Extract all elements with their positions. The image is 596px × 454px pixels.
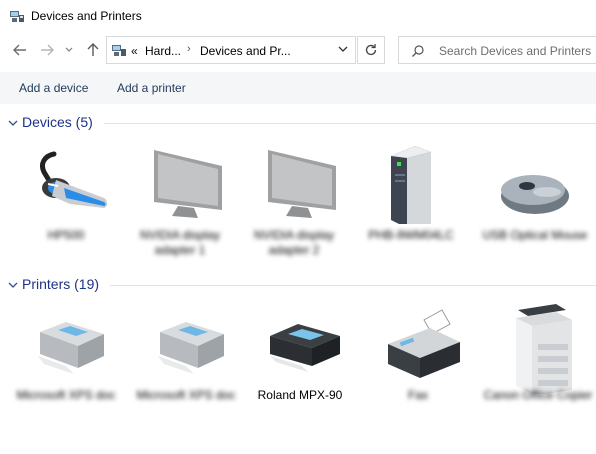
refresh-icon (365, 44, 377, 56)
title-bar: Devices and Printers (0, 0, 596, 32)
back-button[interactable] (10, 40, 30, 60)
command-bar: Add a device Add a printer (0, 72, 596, 104)
printer-icon (158, 322, 224, 374)
breadcrumb-item-hardware[interactable]: Hard... (145, 44, 181, 58)
computer-tower-icon (391, 146, 431, 228)
printer-tile[interactable]: Canon Office Copier (482, 304, 594, 403)
chevron-down-icon (65, 47, 73, 52)
devices-printers-icon (10, 11, 24, 22)
printer-tile[interactable]: Roland MPX-90 (244, 304, 356, 403)
search-icon (412, 45, 424, 57)
printer-tile[interactable]: Microsoft XPS doc (10, 304, 122, 403)
monitor-icon (154, 150, 222, 218)
device-label: HP500 (47, 228, 85, 242)
device-label: NVIDIA display adapter 2 (253, 228, 335, 257)
search-input[interactable]: Search Devices and Printers (439, 44, 591, 58)
printer-icon (38, 322, 104, 374)
group-title: Devices (5) (22, 114, 93, 130)
printer-label: Microsoft XPS doc (16, 388, 116, 402)
device-label: PHB-9WM04LC (368, 228, 454, 242)
up-button[interactable] (83, 40, 103, 60)
headset-icon (39, 151, 107, 208)
recent-locations-button[interactable] (62, 40, 76, 60)
device-tile[interactable]: NVIDIA display adapter 1 (124, 144, 236, 258)
group-header-printers[interactable]: Printers (19) (0, 276, 596, 296)
arrow-right-icon (41, 44, 54, 56)
monitor-icon (268, 150, 336, 218)
forward-button[interactable] (37, 40, 57, 60)
breadcrumb-overflow[interactable]: « (131, 44, 138, 58)
breadcrumb-separator-icon[interactable]: › (187, 43, 191, 55)
address-dropdown-icon[interactable] (337, 43, 349, 55)
refresh-button[interactable] (357, 36, 385, 64)
search-box[interactable]: Search Devices and Printers (398, 36, 596, 64)
group-title: Printers (19) (22, 276, 100, 292)
group-divider (110, 285, 596, 286)
group-header-devices[interactable]: Devices (5) (0, 114, 596, 134)
breadcrumb-item-devices[interactable]: Devices and Pr... (200, 44, 291, 58)
fax-icon (388, 309, 460, 378)
device-tile[interactable]: PHB-9WM04LC (355, 144, 467, 243)
device-label: USB Optical Mouse (482, 228, 588, 242)
device-tile[interactable]: HP500 (10, 144, 122, 243)
navigation-bar: « Hard... › Devices and Pr... Search Dev… (0, 32, 596, 70)
mouse-icon (501, 175, 569, 214)
chevron-down-icon[interactable] (7, 117, 19, 129)
printer-label: Microsoft XPS doc (136, 388, 236, 402)
printer-dark-icon (270, 324, 340, 372)
arrow-left-icon (13, 44, 26, 56)
arrow-up-icon (87, 43, 99, 56)
printer-tile[interactable]: Microsoft XPS doc (130, 304, 242, 403)
device-label: NVIDIA display adapter 1 (139, 228, 221, 257)
chevron-down-icon[interactable] (7, 279, 19, 291)
devices-printers-icon (112, 45, 126, 56)
window-title: Devices and Printers (31, 9, 142, 23)
add-device-button[interactable]: Add a device (19, 81, 88, 95)
device-tile[interactable]: NVIDIA display adapter 2 (238, 144, 350, 258)
copier-icon (516, 304, 572, 396)
device-tile[interactable]: USB Optical Mouse (479, 144, 591, 243)
printer-label: Canon Office Copier (483, 388, 593, 402)
printer-label: Fax (407, 388, 428, 402)
add-printer-button[interactable]: Add a printer (117, 81, 186, 95)
printer-label: Roland MPX-90 (257, 388, 343, 402)
address-bar[interactable]: « Hard... › Devices and Pr... (106, 36, 356, 64)
printer-tile[interactable]: Fax (362, 304, 474, 403)
group-divider (104, 123, 596, 124)
